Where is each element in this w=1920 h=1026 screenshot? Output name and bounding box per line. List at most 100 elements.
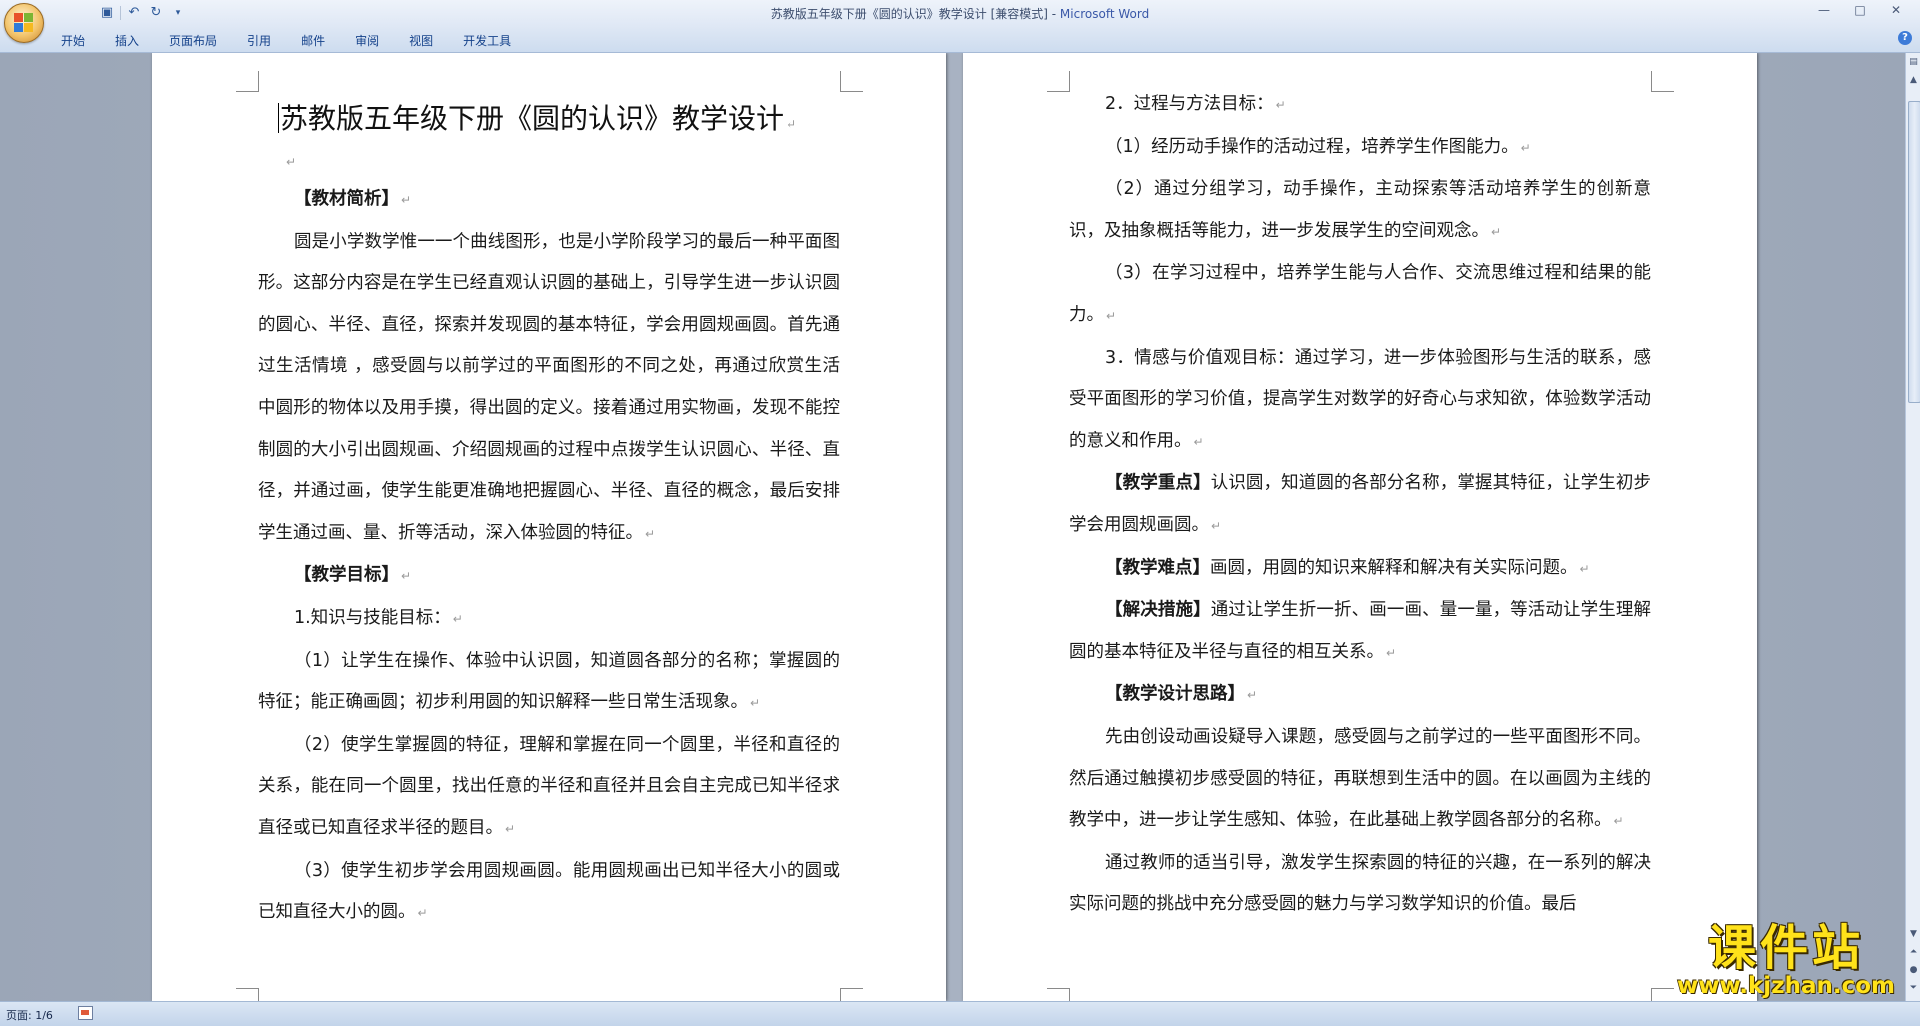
crop-mark xyxy=(236,71,259,92)
tab-references[interactable]: 引用 xyxy=(234,30,284,51)
scroll-up-icon[interactable]: ▲ xyxy=(1907,73,1920,87)
paragraph-text: 通过教师的适当引导，激发学生探索圆的特征的兴趣，在一系列的解决实际问题的挑战中充… xyxy=(1069,852,1651,915)
paragraph-mark: ↵ xyxy=(286,155,297,169)
scroll-down-icon[interactable]: ▼ xyxy=(1907,927,1920,941)
goal-2-item-2: （2）通过分组学习，动手操作，主动探索等活动培养学生的创新意识，及抽象概括等能力… xyxy=(1069,169,1651,253)
tab-mailings[interactable]: 邮件 xyxy=(288,30,338,51)
page-indicator[interactable]: 页面: 1/6 xyxy=(6,1007,53,1023)
page-2-body: 2．过程与方法目标： ↵ （1）经历动手操作的活动过程，培养学生作图能力。 ↵ （2… xyxy=(1069,84,1651,926)
ruler-toggle-icon[interactable]: ▤ xyxy=(1907,55,1920,69)
paragraph-mark: ↵ xyxy=(1386,645,1397,660)
paragraph-mark: ↵ xyxy=(417,906,428,921)
paragraph-text: （2）通过分组学习，动手操作，主动探索等活动培养学生的创新意识，及抽象概括等能力… xyxy=(1069,179,1651,241)
goal-2-item-1: （1）经历动手操作的活动过程，培养学生作图能力。 ↵ xyxy=(1069,127,1651,170)
label-text: 【教学重点】 xyxy=(1105,473,1211,494)
crop-mark xyxy=(840,71,863,92)
tab-insert[interactable]: 插入 xyxy=(102,30,152,51)
document-page-2[interactable]: 2．过程与方法目标： ↵ （1）经历动手操作的活动过程，培养学生作图能力。 ↵ （2… xyxy=(963,53,1757,1001)
close-button[interactable]: ✕ xyxy=(1878,0,1914,20)
document-title-text: 苏教版五年级下册《圆的认识》教学设计 xyxy=(280,102,785,135)
label-text: 【教学难点】 xyxy=(1105,557,1210,578)
paragraph-mark: ↵ xyxy=(505,821,516,836)
paragraph-text: 2．过程与方法目标： xyxy=(1105,94,1274,114)
difficult-points: 【教学难点】画圆，用圆的知识来解释和解决有关实际问题。 ↵ xyxy=(1069,548,1651,591)
title-bar: ▣ ↶ ↻ ▾ 苏教版五年级下册《圆的认识》教学设计 [兼容模式] - Micr… xyxy=(0,0,1920,26)
crop-mark xyxy=(840,988,863,1001)
paragraph-mark: ↵ xyxy=(1613,814,1624,829)
paragraph-mark: ↵ xyxy=(786,117,797,131)
section-heading-material: 【教材简析】 ↵ xyxy=(258,179,840,222)
app-name: Microsoft Word xyxy=(1059,7,1150,21)
section-heading-goals: 【教学目标】 ↵ xyxy=(258,555,840,598)
paragraph-mark: ↵ xyxy=(1579,561,1590,576)
heading-text: 【教学设计思路】 xyxy=(1105,684,1245,705)
paragraph-text: 圆是小学数学惟一一个曲线图形，也是小学阶段学习的最后一种平面图形。这部分内容是在… xyxy=(258,231,840,543)
document-name: 苏教版五年级下册《圆的认识》教学设计 [兼容模式] - xyxy=(770,7,1060,21)
paragraph-mark: ↵ xyxy=(1193,434,1204,449)
paragraph-mark: ↵ xyxy=(1211,518,1222,533)
paragraph-text: 先由创设动画设疑导入课题，感受圆与之前学过的一些平面图形不同。然后通过触摸初步感… xyxy=(1069,726,1651,831)
macro-recording-icon[interactable] xyxy=(78,1006,93,1020)
paragraph-mark: ↵ xyxy=(452,611,463,626)
paragraph-text: （1）经历动手操作的活动过程，培养学生作图能力。 xyxy=(1105,136,1519,157)
paragraph-mark: ↵ xyxy=(1520,140,1531,155)
paragraph-text: 3．情感与价值观目标：通过学习，进一步体验图形与生活的联系，感受平面图形的学习价… xyxy=(1069,347,1651,451)
heading-text: 【教材简析】 xyxy=(294,189,399,209)
paragraph-text: 画圆，用圆的知识来解释和解决有关实际问题。 xyxy=(1210,557,1578,578)
paragraph-mark: ↵ xyxy=(401,193,412,207)
measures: 【解决措施】通过让学生折一折、画一画、量一量，等活动让学生理解圆的基本特征及半径… xyxy=(1069,590,1651,674)
previous-page-icon[interactable]: ⏶ xyxy=(1907,945,1920,959)
select-browse-object-icon[interactable]: ● xyxy=(1907,963,1920,977)
paragraph-mark: ↵ xyxy=(1106,308,1117,323)
tab-page-layout[interactable]: 页面布局 xyxy=(156,30,230,51)
paragraph-text: （3）在学习过程中，培养学生能与人合作、交流思维过程和结果的能力。 xyxy=(1069,263,1651,325)
goal-1-item-1: （1）让学生在操作、体验中认识圆，知道圆各部分的名称；掌握圆的特征；能正确画圆；… xyxy=(258,641,840,725)
heading-text: 【教学目标】 xyxy=(294,565,399,586)
tab-view[interactable]: 视图 xyxy=(396,30,446,51)
vertical-scrollbar[interactable]: ▤ ▲ ▼ ⏶ ● ⏷ xyxy=(1905,53,1920,1001)
section-heading-design-idea: 【教学设计思路】 ↵ xyxy=(1069,674,1651,717)
ribbon: 开始 插入 页面布局 引用 邮件 审阅 视图 开发工具 ? xyxy=(0,26,1920,53)
tab-home[interactable]: 开始 xyxy=(48,30,98,51)
document-page-1[interactable]: 苏教版五年级下册《圆的认识》教学设计 ↵ ↵ 【教材简析】 ↵ 圆是小学数学惟一一个… xyxy=(152,53,946,1001)
status-bar: 页面: 1/6 xyxy=(0,1001,1920,1026)
crop-mark xyxy=(1047,988,1070,1001)
crop-mark xyxy=(236,988,259,1001)
scroll-thumb[interactable] xyxy=(1908,101,1920,403)
watermark-url: www.kjzhan.com xyxy=(1677,973,1895,999)
maximize-button[interactable]: □ xyxy=(1842,0,1878,20)
paragraph-mark: ↵ xyxy=(750,696,761,711)
document-title: 苏教版五年级下册《圆的认识》教学设计 ↵ xyxy=(278,97,796,137)
ribbon-tab-list: 开始 插入 页面布局 引用 邮件 审阅 视图 开发工具 xyxy=(48,30,528,51)
next-page-icon[interactable]: ⏷ xyxy=(1907,981,1920,995)
design-idea-2: 通过教师的适当引导，激发学生探索圆的特征的兴趣，在一系列的解决实际问题的挑战中充… xyxy=(1069,843,1651,926)
document-workspace: 苏教版五年级下册《圆的认识》教学设计 ↵ ↵ 【教材简析】 ↵ 圆是小学数学惟一一个… xyxy=(0,53,1905,1001)
page-1-body: 【教材简析】 ↵ 圆是小学数学惟一一个曲线图形，也是小学阶段学习的最后一种平面图形… xyxy=(258,179,840,935)
window-controls: — □ ✕ xyxy=(1806,0,1914,20)
empty-paragraph: ↵ xyxy=(284,151,296,170)
tab-review[interactable]: 审阅 xyxy=(342,30,392,51)
paragraph-text: （3）使学生初步学会用圆规画圆。能用圆规画出已知半径大小的圆或已知直径大小的圆。 xyxy=(258,860,840,923)
label-text: 【解决措施】 xyxy=(1105,600,1211,621)
paragraph-mark: ↵ xyxy=(1247,688,1258,703)
office-logo-icon xyxy=(14,13,34,33)
paragraph-text: （2）使学生掌握圆的特征，理解和掌握在同一个圆里，半径和直径的关系，能在同一个圆… xyxy=(258,734,840,838)
goal-2-heading: 2．过程与方法目标： ↵ xyxy=(1069,84,1651,127)
goal-3: 3．情感与价值观目标：通过学习，进一步体验图形与生活的联系，感受平面图形的学习价… xyxy=(1069,338,1651,464)
crop-mark xyxy=(1651,71,1674,92)
help-icon[interactable]: ? xyxy=(1898,31,1912,45)
goal-1-heading: 1.知识与技能目标： ↵ xyxy=(258,598,840,641)
tab-developer[interactable]: 开发工具 xyxy=(450,30,524,51)
paragraph-mark: ↵ xyxy=(401,569,412,584)
paragraph-mark: ↵ xyxy=(1275,98,1286,112)
paragraph-mark: ↵ xyxy=(645,526,656,541)
window-title: 苏教版五年级下册《圆的认识》教学设计 [兼容模式] - Microsoft Wo… xyxy=(0,5,1920,22)
goal-1-item-3: （3）使学生初步学会用圆规画圆。能用圆规画出已知半径大小的圆或已知直径大小的圆。… xyxy=(258,851,840,935)
minimize-button[interactable]: — xyxy=(1806,0,1842,20)
office-button[interactable] xyxy=(4,3,44,43)
text-cursor xyxy=(278,103,279,133)
watermark-title: 课件站 xyxy=(1707,920,1864,976)
paragraph-material: 圆是小学数学惟一一个曲线图形，也是小学阶段学习的最后一种平面图形。这部分内容是在… xyxy=(258,222,840,556)
crop-mark xyxy=(1047,71,1070,92)
key-points: 【教学重点】认识圆，知道圆的各部分名称，掌握其特征，让学生初步学会用圆规画圆。 ↵ xyxy=(1069,463,1651,547)
